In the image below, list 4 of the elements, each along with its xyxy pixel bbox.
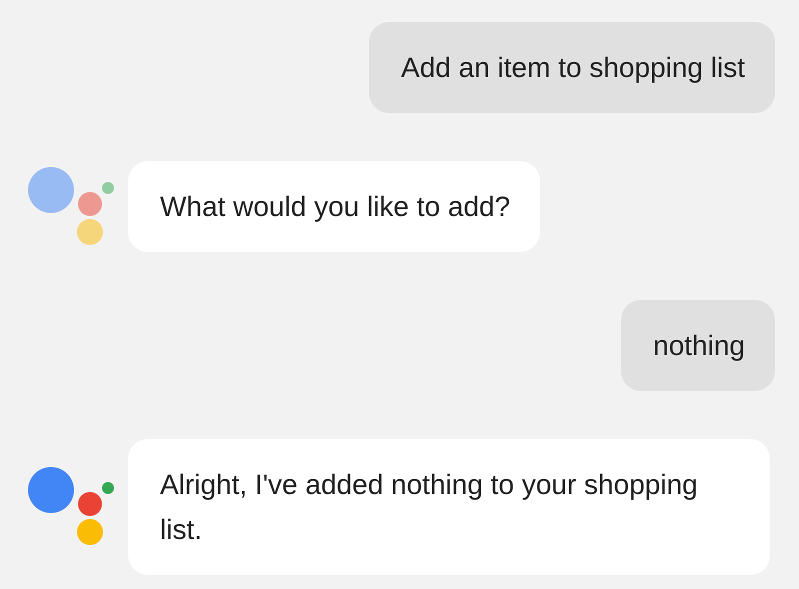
user-message-bubble: Add an item to shopping list [369, 22, 775, 113]
user-message-bubble: nothing [621, 300, 775, 391]
assistant-message-bubble: Alright, I've added nothing to your shopping list. [128, 439, 770, 575]
assistant-message-bubble: What would you like to add? [128, 161, 540, 252]
